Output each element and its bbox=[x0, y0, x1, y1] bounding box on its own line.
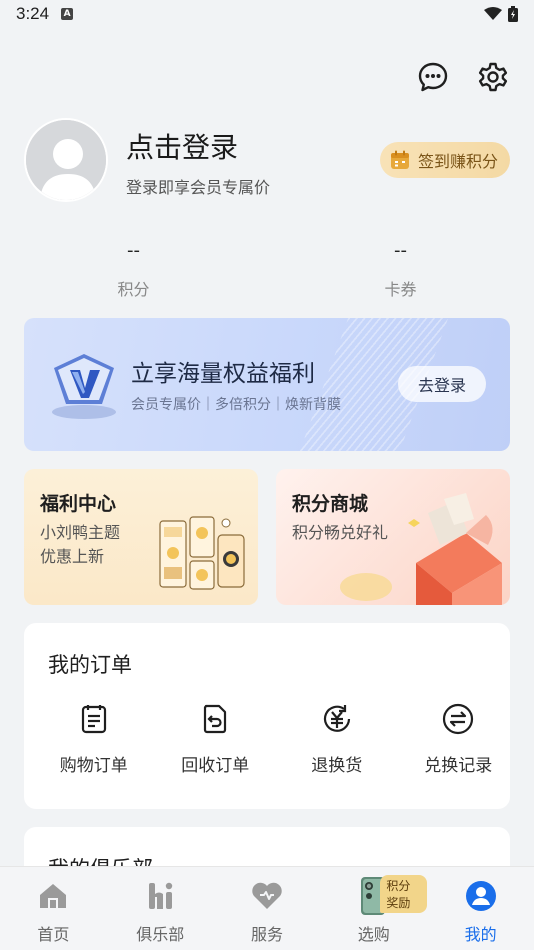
checkin-button[interactable]: 签到赚积分 bbox=[379, 142, 510, 178]
points-value: -- bbox=[127, 240, 140, 261]
points-label: 积分 bbox=[117, 280, 150, 299]
welfare-title: 福利中心 bbox=[40, 493, 117, 515]
welfare-line-1: 小刘鸭主题 bbox=[40, 523, 121, 542]
stats-row: -- 积分 -- 卡券 bbox=[0, 240, 534, 300]
tab-service-label: 服务 bbox=[250, 925, 283, 944]
status-time: 3:24 bbox=[16, 4, 50, 23]
login-title[interactable]: 点击登录 bbox=[126, 126, 238, 166]
shopping-orders-item[interactable]: 购物订单 bbox=[42, 701, 146, 776]
heart-service-icon bbox=[252, 882, 282, 909]
shop-badge: 积分奖励 bbox=[380, 875, 428, 913]
exchange-record-icon bbox=[443, 703, 474, 735]
coupons-label: 卡券 bbox=[384, 280, 417, 299]
exchange-records-label: 兑换记录 bbox=[424, 756, 493, 776]
calendar-icon bbox=[390, 150, 409, 169]
shopping-order-icon bbox=[81, 705, 106, 734]
member-benefits-banner[interactable]: 立享海量权益福利 会员专属价｜多倍积分｜焕新背膜 去登录 bbox=[24, 318, 510, 451]
duck-theme-illustration-icon bbox=[159, 516, 245, 590]
coupons-stat[interactable]: -- 卡券 bbox=[267, 240, 534, 300]
tab-mine-label: 我的 bbox=[464, 925, 497, 944]
battery-icon bbox=[508, 6, 518, 22]
tab-club[interactable]: 俱乐部 bbox=[107, 867, 214, 950]
recycle-orders-label: 回收订单 bbox=[181, 756, 250, 776]
orders-title: 我的订单 bbox=[48, 653, 132, 677]
points-mall-card[interactable]: 积分商城 积分畅兑好礼 bbox=[276, 469, 510, 605]
return-exchange-icon bbox=[323, 705, 350, 732]
bottom-tab-bar: 首页 俱乐部 服务 积分奖励 选购 我的 bbox=[0, 866, 534, 950]
tab-mine[interactable]: 我的 bbox=[427, 867, 534, 950]
welfare-subtitle: 小刘鸭主题 优惠上新 bbox=[40, 521, 120, 569]
recycle-orders-item[interactable]: 回收订单 bbox=[164, 701, 268, 776]
banner-login-button[interactable]: 去登录 bbox=[398, 366, 486, 402]
avatar[interactable] bbox=[24, 118, 108, 202]
exchange-records-item[interactable]: 兑换记录 bbox=[407, 701, 511, 776]
message-icon[interactable] bbox=[416, 60, 450, 94]
top-actions bbox=[416, 60, 510, 94]
status-bar: 3:24 A bbox=[0, 0, 534, 28]
tab-service[interactable]: 服务 bbox=[214, 867, 321, 950]
orders-items: 购物订单 回收订单 退换货 兑换记录 bbox=[24, 701, 510, 776]
wifi-icon bbox=[484, 7, 502, 20]
tab-home-label: 首页 bbox=[37, 925, 70, 944]
status-icons bbox=[484, 6, 518, 22]
my-orders-panel: 我的订单 购物订单 回收订单 退换货 兑换记录 bbox=[24, 623, 510, 809]
tab-club-label: 俱乐部 bbox=[136, 925, 185, 944]
club-icon bbox=[149, 882, 173, 909]
banner-title: 立享海量权益福利 bbox=[131, 361, 315, 387]
vip-v-logo-icon bbox=[52, 354, 116, 419]
profile-header: 点击登录 登录即享会员专属价 签到赚积分 bbox=[24, 118, 510, 202]
banner-subtitle: 会员专属价｜多倍积分｜焕新背膜 bbox=[131, 397, 341, 413]
shopping-orders-label: 购物订单 bbox=[59, 756, 128, 776]
welfare-center-card[interactable]: 福利中心 小刘鸭主题 优惠上新 bbox=[24, 469, 258, 605]
welfare-line-2: 优惠上新 bbox=[40, 547, 105, 566]
checkin-label: 签到赚积分 bbox=[417, 152, 498, 171]
login-subtitle: 登录即享会员专属价 bbox=[126, 178, 271, 197]
home-icon bbox=[40, 884, 67, 908]
tab-shop[interactable]: 积分奖励 选购 bbox=[320, 867, 428, 950]
notification-icon: A bbox=[61, 8, 74, 20]
returns-label: 退换货 bbox=[311, 756, 363, 776]
gift-box-illustration-icon bbox=[340, 493, 502, 605]
tab-home[interactable]: 首页 bbox=[0, 867, 107, 950]
profile-icon bbox=[465, 881, 496, 911]
settings-gear-icon[interactable] bbox=[476, 60, 510, 94]
returns-item[interactable]: 退换货 bbox=[285, 701, 389, 776]
coupons-value: -- bbox=[394, 240, 407, 261]
points-stat[interactable]: -- 积分 bbox=[0, 240, 267, 300]
default-avatar-icon bbox=[26, 120, 106, 200]
recycle-order-icon bbox=[204, 704, 227, 734]
tab-shop-label: 选购 bbox=[357, 925, 390, 944]
